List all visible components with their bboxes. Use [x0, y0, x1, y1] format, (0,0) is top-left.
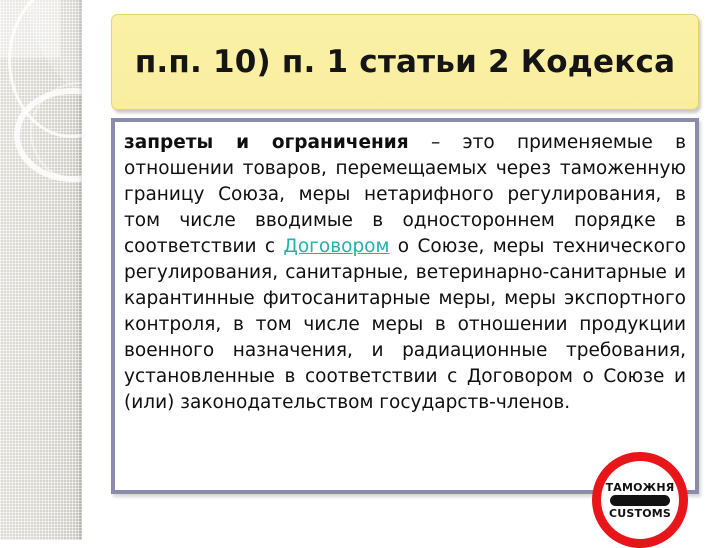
definition-term: запреты и ограничения	[124, 132, 409, 153]
body-paragraph: запреты и ограничения – это применяемые …	[115, 122, 695, 416]
definition-text-part2: о Союзе, меры технического регулирования…	[124, 236, 686, 413]
dogovorom-link[interactable]: Договором	[283, 236, 389, 257]
decorative-sidebar	[0, 0, 82, 540]
badge-top-label: ТАМОЖНЯ	[605, 480, 675, 494]
content-box: запреты и ограничения – это применяемые …	[111, 118, 699, 494]
badge-bottom-label: CUSTOMS	[608, 506, 672, 520]
sidebar-edge-shadow	[78, 0, 82, 540]
badge-inner: ТАМОЖНЯ CUSTOMS	[601, 461, 679, 539]
badge-black-bar-icon	[610, 494, 670, 506]
slide: п.п. 10) п. 1 статьи 2 Кодекса запреты и…	[0, 0, 720, 548]
page-title: п.п. 10) п. 1 статьи 2 Кодекса	[134, 43, 676, 80]
title-box: п.п. 10) п. 1 статьи 2 Кодекса	[111, 14, 699, 110]
customs-badge-icon: ТАМОЖНЯ CUSTOMS	[592, 452, 688, 548]
